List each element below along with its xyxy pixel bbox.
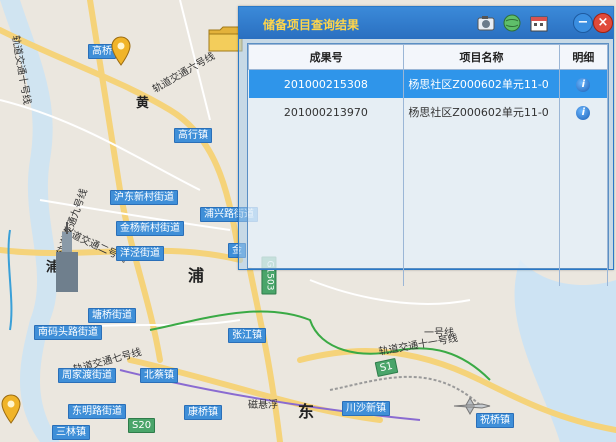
table-row[interactable]: 201000213970 杨思社区Z000602单元11-0 i <box>248 98 609 126</box>
place-label-chuansha[interactable]: 川沙新镇 <box>342 401 390 416</box>
place-label-tangqiao[interactable]: 塘桥街道 <box>88 308 136 323</box>
place-label-jinyang[interactable]: 金杨新村街道 <box>116 221 184 236</box>
airport-plane-icon <box>453 396 491 416</box>
minimize-button[interactable]: − <box>573 13 593 33</box>
map-label-huang: 黄 <box>136 96 150 111</box>
place-label-sanlin[interactable]: 三林镇 <box>52 425 90 440</box>
globe-icon[interactable] <box>503 14 521 32</box>
landmark-tower-icon <box>56 222 78 292</box>
panel-title: 储备项目查询结果 <box>263 18 360 32</box>
place-label-zhoujiadu[interactable]: 周家渡街道 <box>58 368 116 383</box>
close-button[interactable]: × <box>593 13 613 33</box>
table-row[interactable]: 201000215308 杨思社区Z000602单元11-0 i <box>248 69 609 98</box>
place-label-yangjing[interactable]: 洋泾街道 <box>116 246 164 261</box>
map-label-pu: 浦 <box>188 266 205 285</box>
info-icon[interactable]: i <box>576 77 591 92</box>
place-label-nanmatou[interactable]: 南码头路街道 <box>34 325 102 340</box>
place-label-dongming[interactable]: 东明路街道 <box>68 404 126 419</box>
col-header-project-name[interactable]: 项目名称 <box>403 44 560 70</box>
map-label-dong: 东 <box>298 402 315 421</box>
query-result-panel[interactable]: 储备项目查询结果 − × 成果号 项目名称 明细 201000215308 杨思… <box>238 6 614 286</box>
map-pin-icon[interactable] <box>110 36 132 66</box>
cell-result-id: 201000215308 <box>248 69 405 98</box>
place-label-kangqiao[interactable]: 康桥镇 <box>184 405 222 420</box>
calendar-icon[interactable] <box>530 14 548 32</box>
rail-label: 磁悬浮 <box>248 400 278 411</box>
panel-titlebar[interactable]: 储备项目查询结果 − × <box>239 7 613 39</box>
info-icon[interactable]: i <box>576 105 591 120</box>
place-label-gaohang[interactable]: 高行镇 <box>174 128 212 143</box>
result-table-container[interactable]: 成果号 项目名称 明细 201000215308 杨思社区Z000602单元11… <box>247 43 609 286</box>
table-row-empty <box>248 126 609 286</box>
rail-label: 一号线 <box>424 328 454 339</box>
place-label-hudong[interactable]: 沪东新村街道 <box>110 190 178 205</box>
camera-icon[interactable] <box>477 14 495 32</box>
place-label-beicai[interactable]: 北蔡镇 <box>140 368 178 383</box>
cell-result-id: 201000213970 <box>248 98 405 126</box>
col-header-result-id[interactable]: 成果号 <box>247 44 405 70</box>
cell-project-name: 杨思社区Z000602单元11-0 <box>403 98 560 126</box>
col-header-detail[interactable]: 明细 <box>558 44 609 70</box>
table-header-row: 成果号 项目名称 明细 <box>247 44 609 70</box>
map-pin-icon[interactable] <box>0 394 22 424</box>
highway-shield-s20: S20 <box>128 418 156 433</box>
result-table: 成果号 项目名称 明细 201000215308 杨思社区Z000602单元11… <box>247 44 609 286</box>
cell-project-name: 杨思社区Z000602单元11-0 <box>403 69 560 98</box>
place-label-zhangjiang[interactable]: 张江镇 <box>228 328 266 343</box>
